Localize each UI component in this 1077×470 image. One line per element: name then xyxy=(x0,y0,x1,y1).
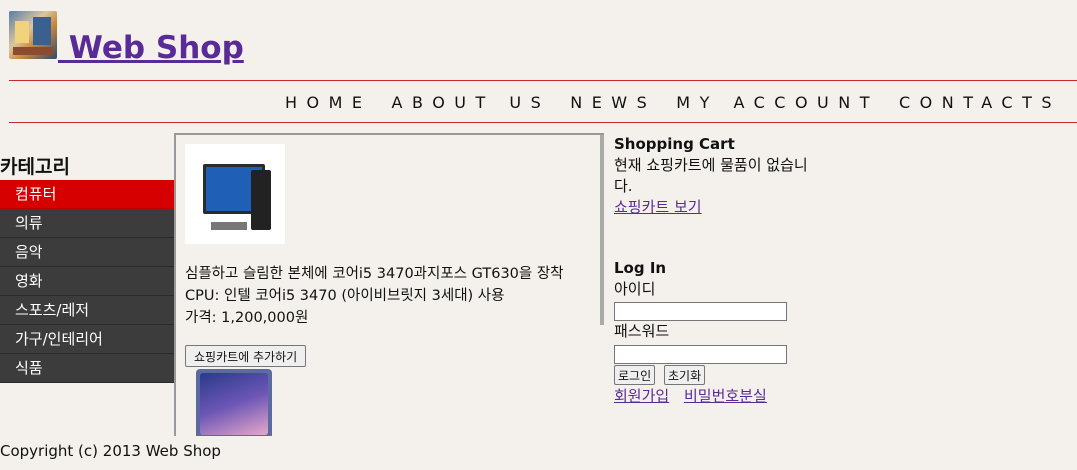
category-item-movies[interactable]: 영화 xyxy=(0,267,174,296)
category-item-clothing[interactable]: 의류 xyxy=(0,209,174,238)
cart-heading: Shopping Cart xyxy=(614,135,735,153)
product-panel-scrollbar[interactable] xyxy=(600,135,604,325)
category-list: 컴퓨터 의류 음악 영화 스포츠/레저 가구/인테리어 식품 xyxy=(0,180,174,383)
shop-logo-icon[interactable] xyxy=(9,11,57,59)
category-item-furniture[interactable]: 가구/인테리어 xyxy=(0,325,174,354)
product-description: 심플하고 슬림한 본체에 코어i5 3470과지포스 GT630을 장착 CPU… xyxy=(185,263,595,329)
add-to-cart-button[interactable]: 쇼핑카트에 추가하기 xyxy=(185,345,307,367)
category-item-sports[interactable]: 스포츠/레저 xyxy=(0,296,174,325)
category-item-music[interactable]: 음악 xyxy=(0,238,174,267)
nav-top-rule xyxy=(9,80,1077,81)
reset-button[interactable]: 초기화 xyxy=(664,365,706,385)
category-heading: 카테고리 xyxy=(0,156,70,178)
nav-my-account[interactable]: MY ACCOUNT xyxy=(676,92,879,114)
laptop-product-image[interactable] xyxy=(196,369,272,436)
id-input[interactable] xyxy=(614,302,787,321)
category-item-computer[interactable]: 컴퓨터 xyxy=(0,180,174,209)
signup-link[interactable]: 회원가입 xyxy=(614,386,669,407)
password-label: 패스워드 xyxy=(614,322,670,340)
find-password-link[interactable]: 비밀번호분실 xyxy=(684,386,767,407)
product-list-panel: 심플하고 슬림한 본체에 코어i5 3470과지포스 GT630을 장착 CPU… xyxy=(174,133,604,436)
footer-copyright: Copyright (c) 2013 Web Shop xyxy=(0,442,221,460)
nav-home[interactable]: HOME xyxy=(285,92,372,114)
nav-bottom-rule xyxy=(9,122,1077,123)
password-input[interactable] xyxy=(614,345,787,364)
site-title-link[interactable]: Web Shop xyxy=(58,28,244,68)
nav-contacts[interactable]: CONTACTS xyxy=(899,92,1061,114)
login-heading: Log In xyxy=(614,259,667,277)
nav-news[interactable]: NEWS xyxy=(570,92,656,114)
product-description-text: 심플하고 슬림한 본체에 코어i5 3470과지포스 GT630을 장착 CPU… xyxy=(185,266,564,304)
view-cart-link[interactable]: 쇼핑카트 보기 xyxy=(614,197,702,218)
cart-empty-message: 현재 쇼핑카트에 물품이 없습니다. xyxy=(614,156,808,195)
main-nav: HOME ABOUT US NEWS MY ACCOUNT CONTACTS xyxy=(285,92,1077,114)
id-label: 아이디 xyxy=(614,280,656,298)
nav-about-us[interactable]: ABOUT US xyxy=(392,92,551,114)
product-price: 가격: 1,200,000원 xyxy=(185,310,309,326)
login-button[interactable]: 로그인 xyxy=(614,365,656,385)
category-item-food[interactable]: 식품 xyxy=(0,354,174,383)
desktop-pc-product-image[interactable] xyxy=(185,144,285,244)
